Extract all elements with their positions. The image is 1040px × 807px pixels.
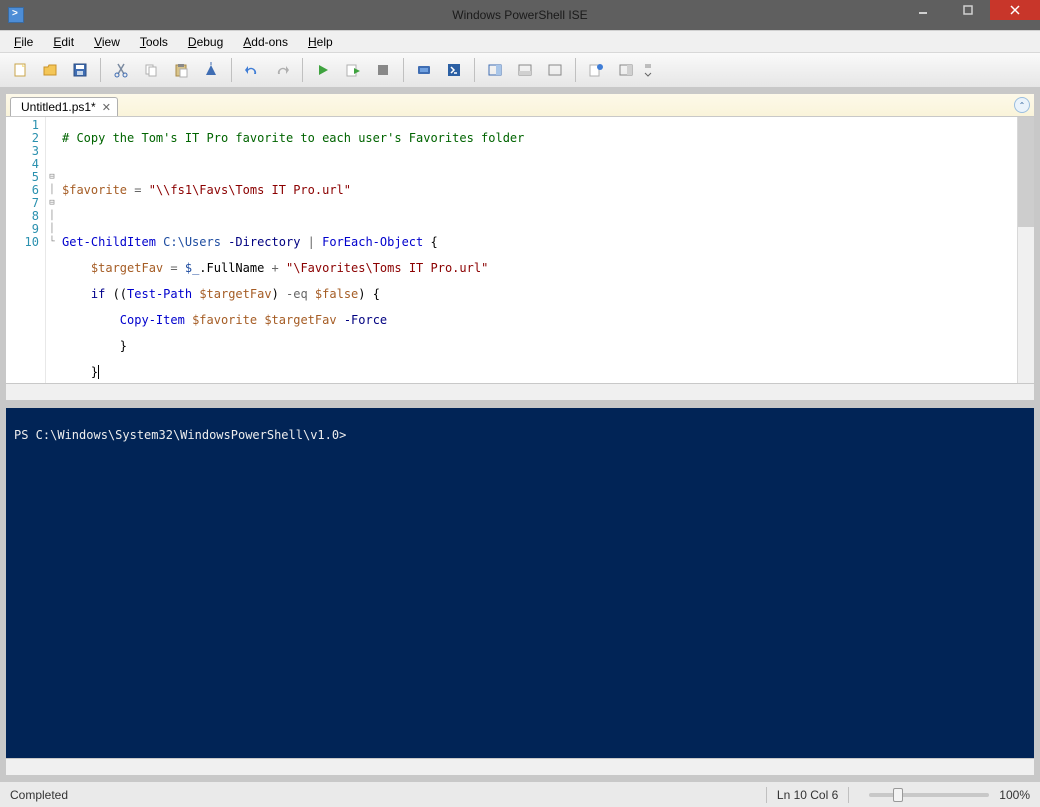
minimize-button[interactable] (900, 0, 945, 20)
menu-tools[interactable]: Tools (132, 33, 176, 51)
show-command-addon-button[interactable] (612, 56, 640, 84)
tab-label: Untitled1.ps1* (21, 100, 96, 114)
menu-addons[interactable]: Add-ons (235, 33, 296, 51)
layout-bottom-button[interactable] (511, 56, 539, 84)
stop-button[interactable] (369, 56, 397, 84)
layout-max-button[interactable] (541, 56, 569, 84)
new-button[interactable] (6, 56, 34, 84)
title-bar: Windows PowerShell ISE (0, 0, 1040, 30)
window-title: Windows PowerShell ISE (0, 8, 1040, 22)
powershell-button[interactable] (440, 56, 468, 84)
clear-button[interactable] (197, 56, 225, 84)
tab-close-icon[interactable]: ✕ (102, 101, 111, 114)
toolbar-overflow-button[interactable] (642, 56, 654, 84)
toolbar-separator (403, 58, 404, 82)
paste-button[interactable] (167, 56, 195, 84)
client-area: Untitled1.ps1* ✕ ⌃ 1 2 3 4 5 6 7 8 9 10 … (0, 88, 1040, 781)
console-hscrollbar[interactable] (5, 759, 1035, 776)
status-bar: Completed Ln 10 Col 6 100% (0, 781, 1040, 807)
remote-button[interactable] (410, 56, 438, 84)
toolbar (0, 52, 1040, 88)
code-area[interactable]: # Copy the Tom's IT Pro favorite to each… (58, 117, 528, 383)
console-pane[interactable]: PS C:\Windows\System32\WindowsPowerShell… (5, 407, 1035, 759)
layout-right-button[interactable] (481, 56, 509, 84)
maximize-button[interactable] (945, 0, 990, 20)
menu-bar: File Edit View Tools Debug Add-ons Help (0, 30, 1040, 52)
menu-view[interactable]: View (86, 33, 128, 51)
app-icon (8, 7, 24, 23)
zoom-slider[interactable] (869, 793, 989, 797)
script-editor[interactable]: 1 2 3 4 5 6 7 8 9 10 ⊟│⊟││└ # Copy the T… (5, 116, 1035, 384)
menu-debug[interactable]: Debug (180, 33, 231, 51)
toolbar-separator (302, 58, 303, 82)
status-left: Completed (10, 788, 68, 802)
editor-vscrollbar[interactable] (1017, 117, 1034, 383)
toolbar-separator (575, 58, 576, 82)
toolbar-separator (100, 58, 101, 82)
menu-file[interactable]: File (6, 33, 41, 51)
tab-strip: Untitled1.ps1* ✕ ⌃ (5, 93, 1035, 116)
zoom-level: 100% (999, 788, 1030, 802)
fold-gutter[interactable]: ⊟│⊟││└ (46, 117, 58, 383)
run-button[interactable] (309, 56, 337, 84)
menu-edit[interactable]: Edit (45, 33, 82, 51)
undo-button[interactable] (238, 56, 266, 84)
menu-help[interactable]: Help (300, 33, 341, 51)
line-gutter: 1 2 3 4 5 6 7 8 9 10 (6, 117, 46, 383)
toolbar-separator (231, 58, 232, 82)
save-button[interactable] (66, 56, 94, 84)
expand-script-button[interactable]: ⌃ (1014, 97, 1030, 113)
tab-active[interactable]: Untitled1.ps1* ✕ (10, 97, 118, 116)
toolbar-separator (474, 58, 475, 82)
copy-button[interactable] (137, 56, 165, 84)
redo-button[interactable] (268, 56, 296, 84)
editor-hscrollbar[interactable] (5, 384, 1035, 401)
console-prompt: PS C:\Windows\System32\WindowsPowerShell… (14, 428, 346, 442)
status-position: Ln 10 Col 6 (777, 788, 838, 802)
run-selection-button[interactable] (339, 56, 367, 84)
close-button[interactable] (990, 0, 1040, 20)
cut-button[interactable] (107, 56, 135, 84)
open-button[interactable] (36, 56, 64, 84)
window-buttons (900, 0, 1040, 22)
show-command-button[interactable] (582, 56, 610, 84)
